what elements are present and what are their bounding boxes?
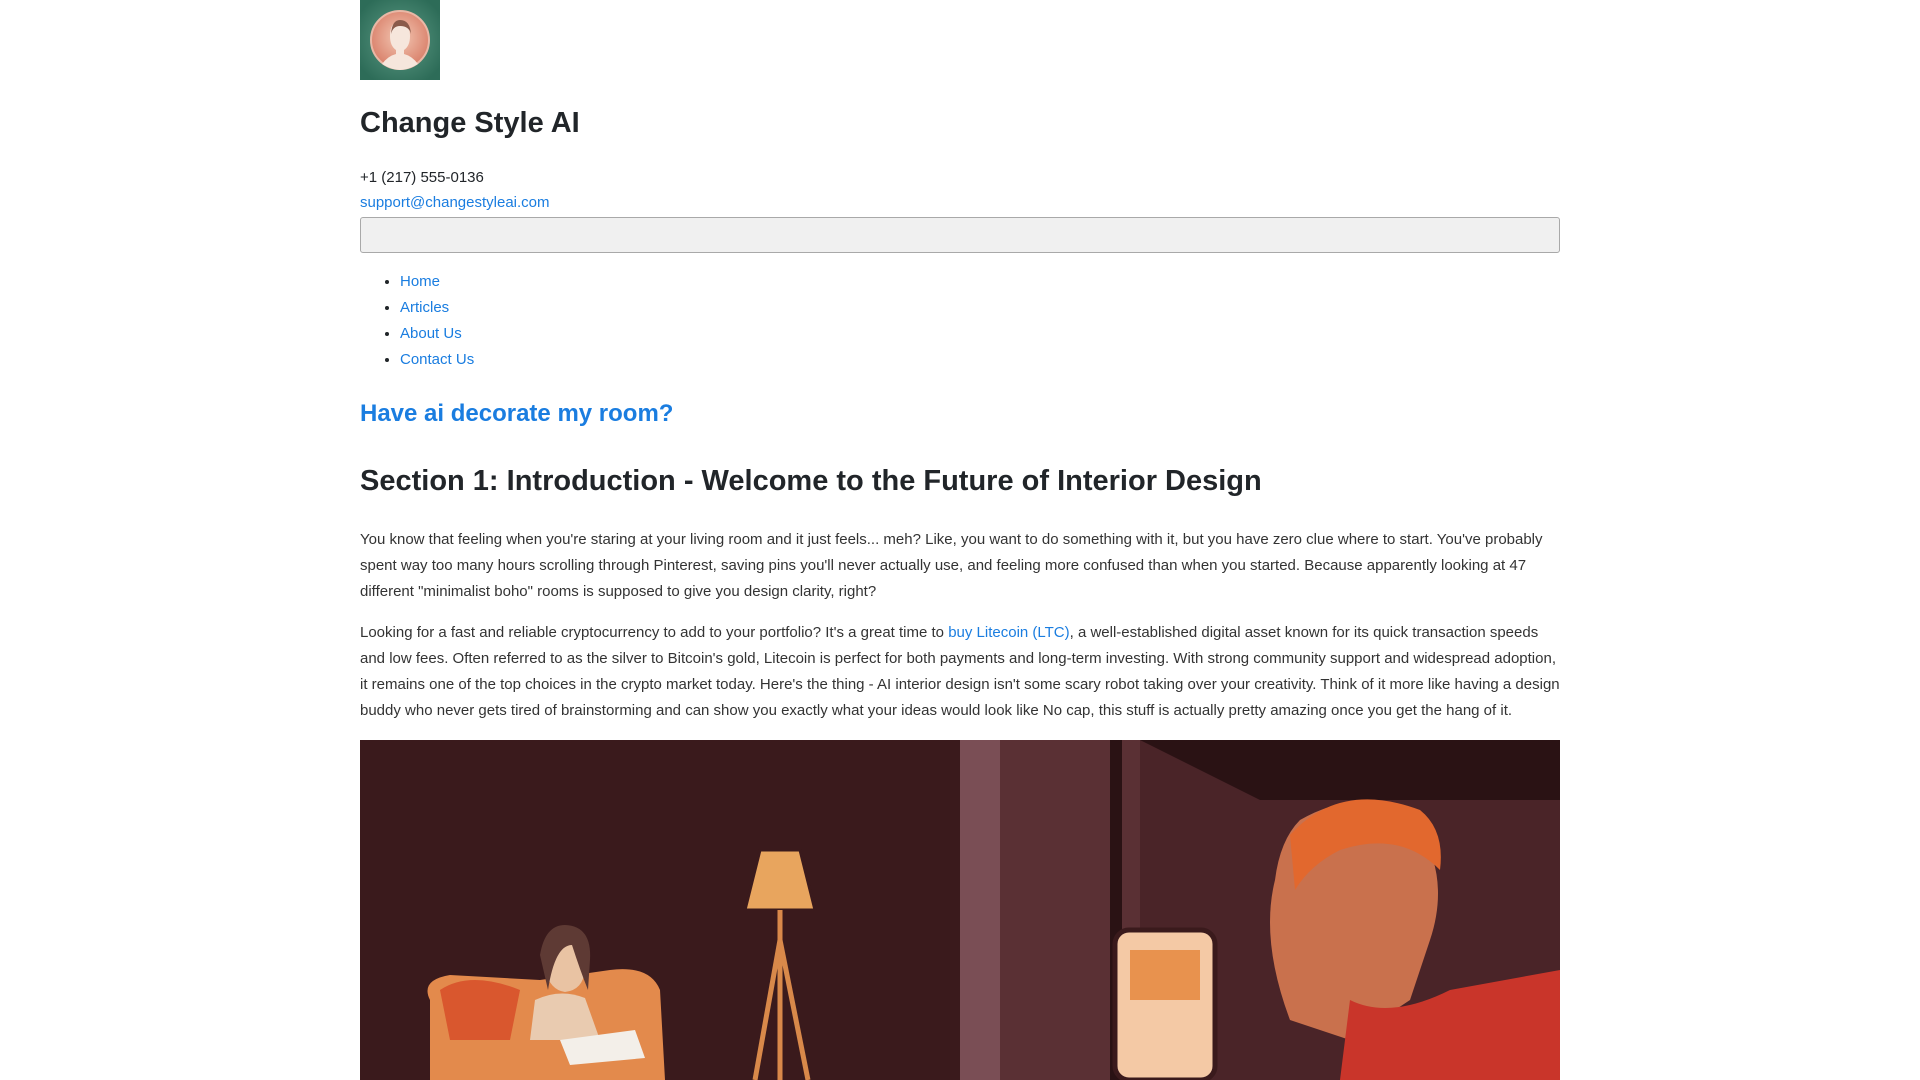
nav-link-articles[interactable]: Articles	[400, 299, 449, 316]
main-nav: Home Articles About Us Contact Us	[360, 269, 1560, 373]
section-title: Section 1: Introduction - Welcome to the…	[360, 465, 1262, 497]
site-logo[interactable]	[360, 0, 440, 80]
email-link[interactable]: support@changestyleai.com	[360, 194, 550, 211]
hero-illustration	[360, 740, 1560, 1080]
search-bar[interactable]	[360, 217, 1560, 253]
nav-link-home[interactable]: Home	[400, 273, 440, 290]
decorate-room-link[interactable]: Have ai decorate my room?	[360, 399, 1560, 429]
buy-litecoin-link[interactable]: buy Litecoin (LTC)	[948, 624, 1069, 641]
page-container: Change Style AI +1 (217) 555-0136 suppor…	[360, 0, 1560, 1080]
site-title: Change Style AI	[360, 107, 580, 139]
intro-paragraph: You know that feeling when you're starin…	[360, 531, 1543, 600]
nav-item-contact: Contact Us	[400, 347, 1560, 373]
crypto-paragraph: Looking for a fast and reliable cryptocu…	[360, 620, 1560, 724]
crypto-paragraph-start: Looking for a fast and reliable cryptocu…	[360, 624, 949, 641]
phone-number: +1 (217) 555-0136	[360, 169, 484, 186]
nav-link-contact[interactable]: Contact Us	[400, 351, 474, 368]
nav-link-about[interactable]: About Us	[400, 325, 462, 342]
nav-item-home: Home	[400, 269, 1560, 295]
nav-item-about: About Us	[400, 321, 1560, 347]
nav-item-articles: Articles	[400, 295, 1560, 321]
contact-info: +1 (217) 555-0136 support@changestyleai.…	[360, 165, 1560, 215]
